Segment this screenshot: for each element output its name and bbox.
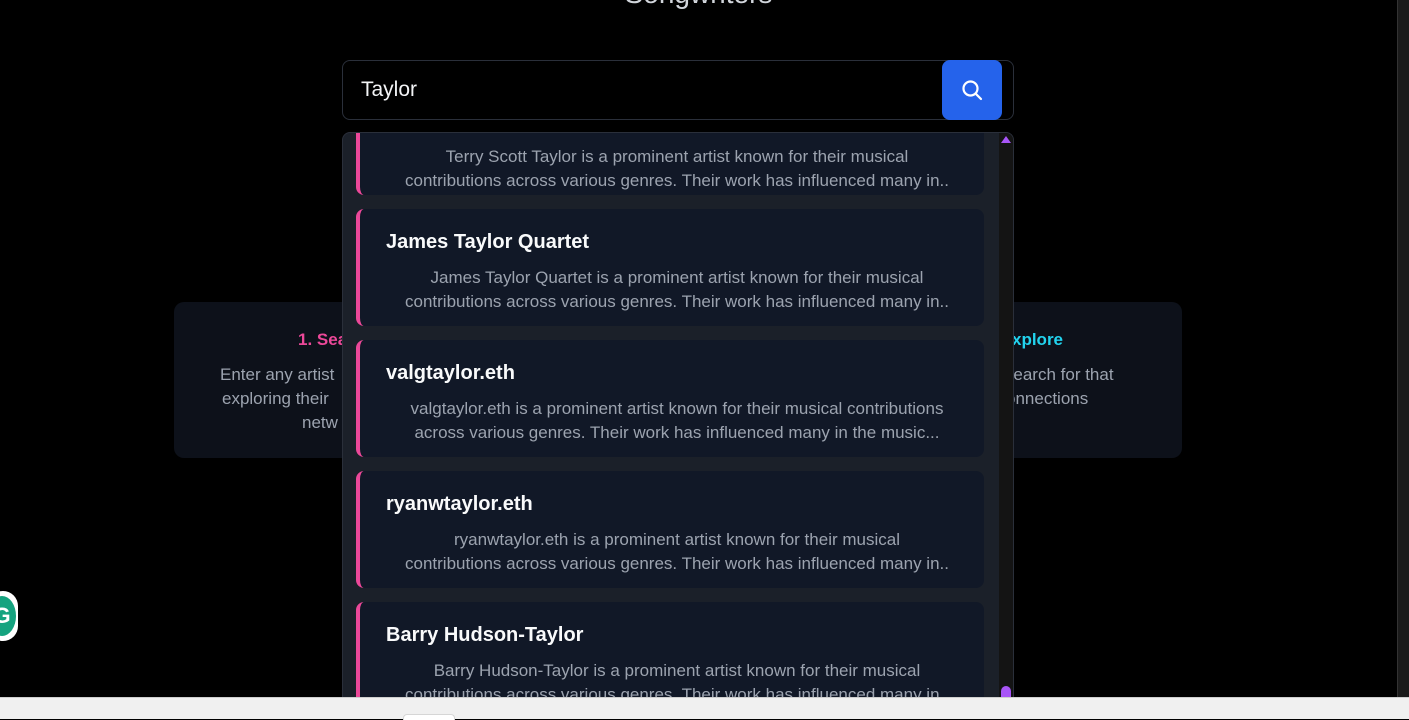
result-item-james-taylor-quartet[interactable]: James Taylor Quartet James Taylor Quarte… — [356, 209, 984, 326]
how-to-card-title: xplore — [1012, 330, 1064, 349]
result-name: James Taylor Quartet — [386, 231, 590, 253]
result-name: ryanwtaylor.eth — [386, 493, 533, 515]
window-right-edge — [1397, 0, 1409, 697]
how-to-card-line: netw — [302, 413, 338, 432]
app-viewport: Songwriters 1. Sea Enter any artist expl… — [0, 0, 1397, 697]
result-item-terry-scott-taylor[interactable]: Terry Scott Taylor is a prominent artist… — [356, 133, 984, 195]
search-icon — [962, 80, 983, 101]
result-item-valgtaylor-eth[interactable]: valgtaylor.eth valgtaylor.eth is a promi… — [356, 340, 984, 457]
result-description: valgtaylor.eth is a prominent artist kno… — [410, 399, 944, 442]
scroll-up-arrow-icon[interactable] — [1001, 136, 1011, 143]
page-title: Songwriters — [0, 0, 1397, 10]
search-results-dropdown[interactable]: Terry Scott Taylor is a prominent artist… — [342, 132, 1014, 697]
how-to-card-line: Enter any artist — [220, 365, 335, 384]
result-name: valgtaylor.eth — [386, 362, 515, 384]
grammarly-icon: G — [0, 596, 16, 636]
how-to-card-line: onnections — [1006, 389, 1089, 408]
scrollbar-thumb[interactable] — [1001, 686, 1011, 697]
artist-search-bar — [342, 60, 1014, 120]
bottom-tab-stub — [403, 714, 455, 720]
search-input[interactable] — [344, 62, 951, 118]
result-item-barry-hudson-taylor[interactable]: Barry Hudson-Taylor Barry Hudson-Taylor … — [356, 602, 984, 697]
result-description: ryanwtaylor.eth is a prominent artist kn… — [405, 530, 949, 573]
result-description: Terry Scott Taylor is a prominent artist… — [405, 147, 949, 190]
how-to-card-title: 1. Sea — [298, 330, 348, 349]
result-description: James Taylor Quartet is a prominent arti… — [405, 268, 949, 311]
how-to-card-line: exploring their — [222, 389, 329, 408]
browser-bottom-bar — [0, 697, 1409, 719]
dropdown-scrollbar[interactable] — [999, 133, 1013, 697]
grammarly-widget[interactable]: G — [0, 591, 18, 641]
result-item-ryanwtaylor-eth[interactable]: ryanwtaylor.eth ryanwtaylor.eth is a pro… — [356, 471, 984, 588]
result-description: Barry Hudson-Taylor is a prominent artis… — [405, 661, 949, 697]
search-button[interactable] — [942, 60, 1002, 120]
result-name: Barry Hudson-Taylor — [386, 624, 584, 646]
